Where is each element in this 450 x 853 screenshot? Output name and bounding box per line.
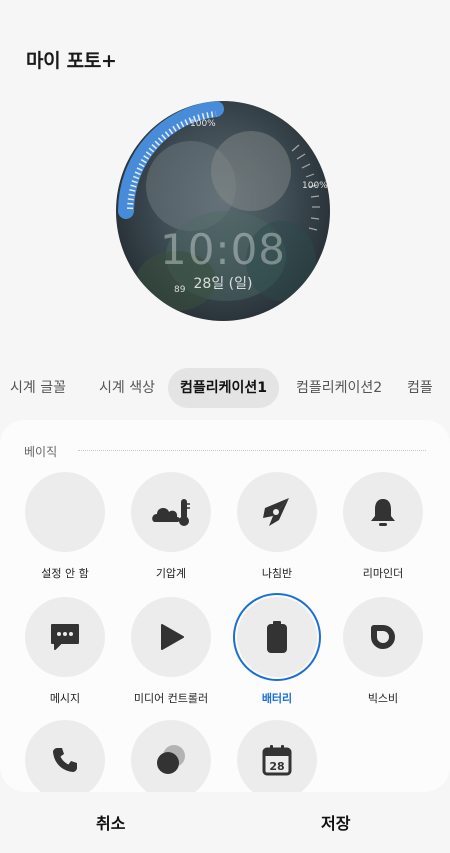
cancel-button[interactable]: 취소	[96, 810, 125, 834]
watch-date: 28일 (일)	[193, 276, 253, 292]
option-circle	[25, 472, 105, 552]
play-icon	[131, 597, 211, 677]
option-moon[interactable]	[116, 720, 226, 792]
battery-percent-top: 100%	[190, 119, 216, 129]
moon-icon	[131, 720, 211, 792]
tab-watch-font[interactable]: 시계 글꼴	[0, 368, 78, 408]
section-divider	[78, 450, 426, 451]
option-none[interactable]: 설정 안 함	[10, 472, 120, 581]
bottom-action-bar: 취소 저장	[0, 792, 450, 853]
option-label: 리마인더	[362, 567, 404, 580]
section-title: 베이직	[24, 445, 58, 459]
option-label: 미디어 컨트롤러	[133, 692, 209, 705]
watch-face-preview[interactable]: 100% 100% 89 10:08 28일 (일)	[116, 101, 330, 321]
option-barometer[interactable]: 기압계	[116, 472, 226, 581]
bixby-icon	[343, 597, 423, 677]
calendar-icon: 28	[237, 720, 317, 792]
save-button[interactable]: 저장	[321, 810, 350, 834]
complication-panel: 베이직 설정 안 함 기압계 나침반 리마인더 메시지 미디어 컨트롤러 배터리…	[0, 420, 450, 792]
bell-icon	[343, 472, 423, 552]
option-label: 메시지	[49, 692, 81, 705]
option-message[interactable]: 메시지	[10, 597, 120, 706]
tab-complication-3[interactable]: 컴플	[395, 368, 445, 408]
page-title: 마이 포토+	[26, 50, 117, 72]
tab-complication-1[interactable]: 컴플리케이션1	[168, 368, 280, 408]
message-icon	[25, 597, 105, 677]
option-reminder[interactable]: 리마인더	[328, 472, 438, 581]
compass-icon	[237, 472, 317, 552]
battery-percent-right: 100%	[302, 181, 328, 191]
calendar-badge: 28	[269, 760, 284, 773]
option-label: 빅스비	[367, 692, 399, 705]
tab-bar: 시계 글꼴 시계 색상 컴플리케이션1 컴플리케이션2 컴플	[0, 368, 450, 408]
option-calendar[interactable]: 28	[222, 720, 332, 792]
option-compass[interactable]: 나침반	[222, 472, 332, 581]
option-bixby[interactable]: 빅스비	[328, 597, 438, 706]
option-battery[interactable]: 배터리	[222, 597, 332, 706]
watch-time: 10:08	[159, 225, 287, 274]
barometer-icon	[131, 472, 211, 552]
option-label: 나침반	[261, 567, 293, 580]
option-label: 기압계	[155, 567, 187, 580]
option-media-controller[interactable]: 미디어 컨트롤러	[116, 597, 226, 706]
tab-complication-2[interactable]: 컴플리케이션2	[284, 368, 394, 408]
tab-watch-color[interactable]: 시계 색상	[87, 368, 167, 408]
phone-icon	[25, 720, 105, 792]
option-label: 설정 안 함	[41, 567, 89, 580]
battery-icon	[237, 597, 317, 677]
option-label: 배터리	[261, 692, 293, 705]
option-phone[interactable]	[10, 720, 120, 792]
